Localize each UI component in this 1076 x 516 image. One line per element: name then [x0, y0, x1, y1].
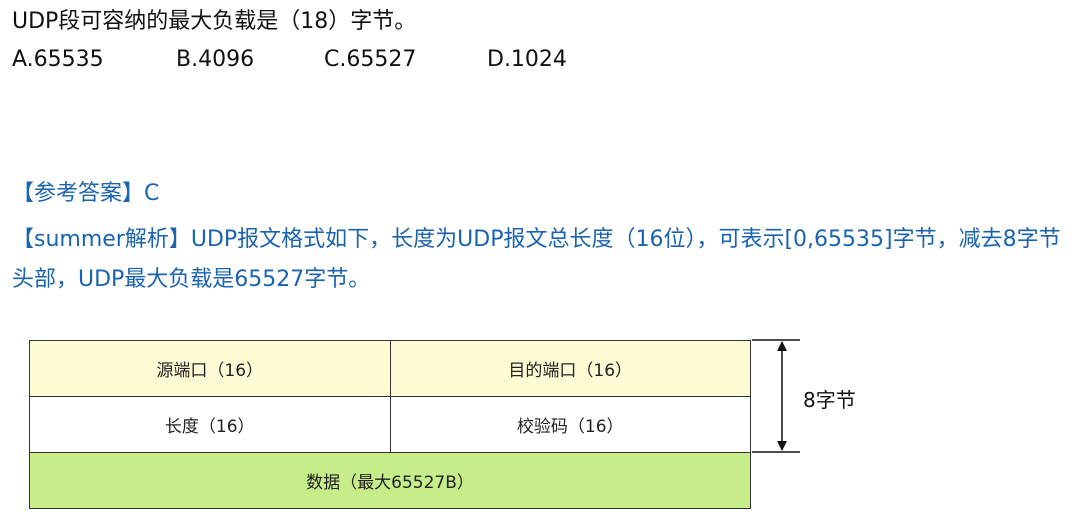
udp-header-diagram: 源端口（16） 目的端口（16） 长度（16） 校验码（16） 数据（最大655… — [29, 340, 751, 509]
analysis-text: 【summer解析】UDP报文格式如下，长度为UDP报文总长度（16位），可表示… — [12, 227, 1061, 292]
option-c: C.65527 — [324, 47, 417, 72]
option-b: B.4096 — [176, 47, 255, 72]
question-text: UDP段可容纳的最大负载是（18）字节。 — [12, 9, 417, 34]
arrow-down-icon — [777, 441, 787, 451]
diagram-row-data: 数据（最大65527B） — [29, 452, 751, 509]
data-cell: 数据（最大65527B） — [29, 452, 751, 509]
diagram-row-length-checksum: 长度（16） 校验码（16） — [29, 396, 751, 453]
destination-port-cell: 目的端口（16） — [389, 340, 751, 397]
answer-options: A.65535 B.4096 C.65527 D.1024 — [12, 47, 712, 77]
source-port-cell: 源端口（16） — [29, 340, 391, 397]
header-size-label: 8字节 — [803, 388, 856, 412]
reference-answer: 【参考答案】C — [12, 181, 160, 206]
arrow-up-icon — [777, 341, 787, 351]
length-cell: 长度（16） — [29, 396, 391, 453]
option-d: D.1024 — [487, 47, 567, 72]
option-a: A.65535 — [12, 47, 104, 72]
diagram-row-ports: 源端口（16） 目的端口（16） — [29, 340, 751, 397]
checksum-cell: 校验码（16） — [389, 396, 751, 453]
